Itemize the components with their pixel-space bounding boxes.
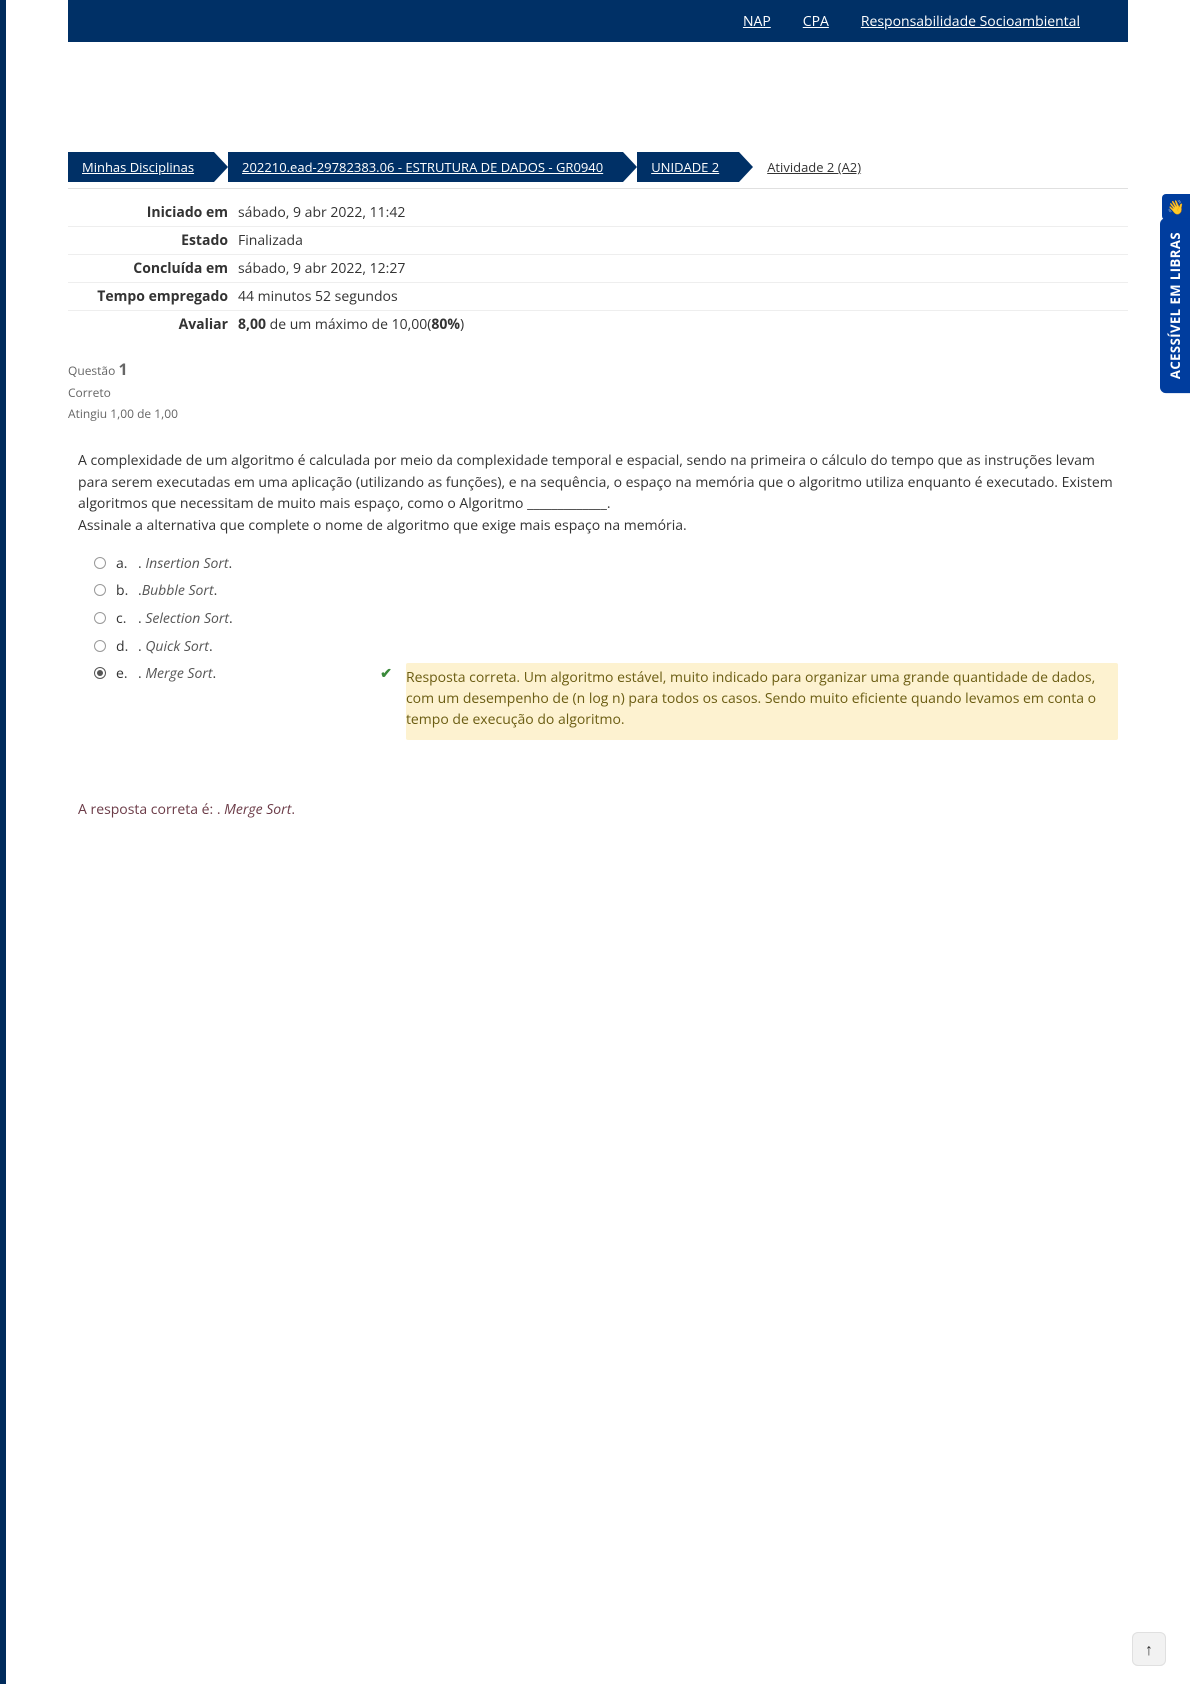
correct-answer-text: Merge Sort [224,800,291,819]
value-time-taken: 44 minutos 52 segundos [238,287,1128,306]
question-label: Questão [68,362,115,379]
label-grade: Avaliar [68,315,238,334]
grade-mid: de um máximo de 10,00( [266,315,431,334]
answer-text-e: Merge Sort [145,664,212,683]
answer-letter: e. [116,663,138,685]
value-started-on: sábado, 9 abr 2022, 11:42 [238,203,1128,222]
answer-letter: c. [116,608,138,630]
question-mark: Atingiu 1,00 de 1,00 [68,405,178,422]
answer-option-c[interactable]: c. . Selection Sort. [94,608,1118,630]
question-1: Questão 1 Correto Atingiu 1,00 de 1,00 A… [68,352,1128,829]
answer-list: a. . Insertion Sort. b. .Bubble Sort. c.… [94,553,1118,741]
answer-suffix: . [214,581,218,600]
correct-answer-box: A resposta correta é: . Merge Sort. [68,790,1128,829]
question-stem: A complexidade de um algoritmo é calcula… [78,450,1118,515]
answer-letter: a. [116,553,138,575]
grade-end: ) [460,315,464,334]
radio-icon [94,557,106,569]
answer-option-e[interactable]: e. . Merge Sort. ✔ Resposta correta. Um … [94,663,1118,740]
question-body: A complexidade de um algoritmo é calcula… [68,432,1128,765]
value-completed-on: sábado, 9 abr 2022, 12:27 [238,259,1128,278]
answer-suffix: . [229,554,233,573]
answer-text-a: Insertion Sort [145,554,228,573]
arrow-up-icon: ↑ [1145,1638,1153,1660]
label-state: Estado [68,231,238,250]
value-grade: 8,00 de um máximo de 10,00(80%) [238,315,1128,334]
answer-suffix: . [209,637,213,656]
label-started-on: Iniciado em [68,203,238,222]
radio-icon [94,667,106,679]
top-navigation: NAP CPA Responsabilidade Socioambiental [68,0,1128,42]
divider [68,188,1128,189]
breadcrumb: Minhas Disciplinas 202210.ead-29782383.0… [68,152,1128,182]
answer-option-a[interactable]: a. . Insertion Sort. [94,553,1118,575]
breadcrumb-course[interactable]: 202210.ead-29782383.06 - ESTRUTURA DE DA… [228,152,623,182]
grade-score: 8,00 [238,315,266,334]
grade-percent: 80% [431,315,460,334]
answer-letter: d. [116,636,138,658]
question-header: Questão 1 Correto Atingiu 1,00 de 1,00 [68,352,1128,432]
value-state: Finalizada [238,231,1128,250]
libras-accessible-tab[interactable]: ACESSÍVEL EM LIBRAS [1160,218,1190,393]
question-stem-2: Assinale a alternativa que complete o no… [78,515,1118,537]
label-time-taken: Tempo empregado [68,287,238,306]
answer-text-b: Bubble Sort [142,581,214,600]
question-number: 1 [118,358,127,380]
check-icon: ✔ [380,663,392,685]
top-nav-link-nap[interactable]: NAP [743,12,771,31]
radio-icon [94,584,106,596]
correct-answer-intro: A resposta correta é: . [78,800,224,819]
breadcrumb-my-courses[interactable]: Minhas Disciplinas [68,152,214,182]
scroll-to-top-button[interactable]: ↑ [1132,1632,1166,1666]
answer-letter: b. [116,580,138,602]
answer-feedback: Resposta correta. Um algoritmo estável, … [406,663,1118,740]
correct-answer-suffix: . [291,800,295,819]
label-completed-on: Concluída em [68,259,238,278]
answer-suffix: . [213,664,217,683]
answer-option-b[interactable]: b. .Bubble Sort. [94,580,1118,602]
quiz-review-summary: Iniciado em sábado, 9 abr 2022, 11:42 Es… [68,199,1128,338]
answer-text-d: Quick Sort [145,637,209,656]
answer-option-d[interactable]: d. . Quick Sort. [94,636,1118,658]
top-nav-link-cpa[interactable]: CPA [803,12,829,31]
top-nav-link-responsabilidade[interactable]: Responsabilidade Socioambiental [861,12,1080,31]
answer-suffix: . [229,609,233,628]
breadcrumb-activity[interactable]: Atividade 2 (A2) [753,152,875,182]
question-status: Correto [68,384,111,401]
libras-icon[interactable]: 👋 [1162,194,1190,220]
radio-icon [94,640,106,652]
breadcrumb-unit[interactable]: UNIDADE 2 [637,152,739,182]
answer-text-c: Selection Sort [145,609,229,628]
radio-icon [94,612,106,624]
